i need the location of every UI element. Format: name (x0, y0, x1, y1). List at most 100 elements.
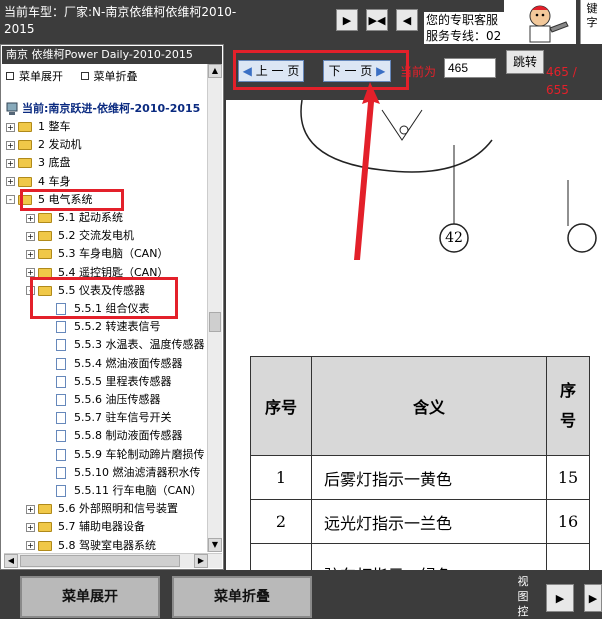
collapse-icon[interactable]: - (6, 195, 15, 205)
scroll-thumb[interactable] (209, 312, 221, 332)
scroll-down-icon[interactable]: ▼ (208, 538, 222, 552)
expand-icon[interactable]: + (6, 158, 15, 168)
tree-item[interactable]: +5.6 外部照明和信号装置 (26, 500, 178, 518)
tree-item-label: 5.8 驾驶室电器系统 (58, 538, 156, 552)
row-no: 2 (250, 499, 312, 544)
play-icon[interactable]: ▶ (336, 9, 358, 31)
expand-icon[interactable]: + (26, 541, 35, 551)
step-icon[interactable]: ▶◀ (366, 9, 388, 31)
page-icon (56, 430, 66, 443)
tree-item[interactable]: +2 发动机 (6, 136, 82, 154)
menu-collapse-button[interactable]: 菜单折叠 (172, 576, 312, 618)
folder-icon (18, 176, 32, 187)
tree-item[interactable]: 5.5.8 制动液面传感器 (44, 427, 183, 445)
next-page-button[interactable]: 下 一 页 ▶ (323, 60, 391, 82)
expand-icon[interactable]: + (6, 122, 15, 132)
page-number-input[interactable] (444, 58, 496, 78)
tree-item-label: 5.5.10 燃油滤清器积水传 (74, 465, 201, 479)
diagram-callout: 42 (445, 230, 463, 246)
vehicle-line-1: 当前车型：厂家:N-南京依维柯依维柯2010- (4, 5, 237, 19)
prev-arrow-icon: ◀ (242, 64, 252, 78)
expand-icon[interactable]: + (26, 268, 35, 278)
row-meaning: 驻车灯指示一绿色 (311, 543, 547, 570)
menu-tools: 菜单展开 菜单折叠 (6, 68, 216, 84)
expand-icon[interactable]: + (26, 213, 35, 223)
tree-collapse-all[interactable]: 菜单折叠 (80, 68, 138, 84)
tree-item[interactable]: 5.5.9 车轮制动蹄片磨损传 (44, 446, 205, 464)
tree-item[interactable]: 5.5.11 行车电脑（CAN） (44, 482, 202, 500)
expand-icon[interactable]: + (6, 140, 15, 150)
page-icon (56, 375, 66, 388)
expand-icon[interactable]: + (26, 522, 35, 532)
square-icon (80, 72, 89, 80)
tree-item-label: 5.5.6 油压传感器 (74, 393, 161, 406)
tree-horizontal-scrollbar[interactable]: ◀ ▶ (4, 553, 222, 568)
row-no2 (546, 543, 590, 570)
folder-icon (18, 122, 32, 132)
tree-item-label: 4 车身 (38, 174, 71, 188)
table-header-no2: 序 号 (546, 356, 590, 456)
tree-item[interactable]: +5.1 起动系统 (26, 209, 123, 227)
tree-item[interactable]: 5.5.4 燃油液面传感器 (44, 355, 183, 373)
document-page: 42 序号 含义 序 号 1 后雾灯指示一黄色 15 2 远光灯指示一兰色 16 (232, 100, 602, 570)
folder-icon (38, 231, 52, 242)
expand-icon[interactable]: + (6, 177, 15, 187)
tree-vertical-scrollbar[interactable]: ▲ ▼ (207, 64, 222, 552)
legend-table: 序号 含义 序 号 1 后雾灯指示一黄色 15 2 远光灯指示一兰色 16 3 (250, 356, 590, 570)
page-icon (56, 321, 66, 334)
tree-item-label: 5.5.9 车轮制动蹄片磨损传 (74, 447, 205, 461)
prev-page-label: 上 一 页 (255, 64, 300, 78)
table-header-meaning: 含义 (311, 356, 547, 456)
tree-item-label: 5.5.5 里程表传感器 (74, 374, 172, 388)
tree-item[interactable]: 5.5.3 水温表、温度传感器 (44, 336, 205, 354)
scroll-up-icon[interactable]: ▲ (208, 64, 222, 78)
tree-item[interactable]: +5.2 交流发电机 (26, 227, 134, 245)
expand-icon[interactable]: + (26, 249, 35, 259)
rewind-icon[interactable]: ◀ (396, 9, 418, 31)
side-char-2: 字 (586, 16, 598, 29)
red-arrow-annotation (354, 82, 380, 260)
tree-item[interactable]: +5.7 辅助电器设备 (26, 518, 145, 536)
table-row: 2 远光灯指示一兰色 16 (250, 499, 590, 544)
vehicle-line-2: 2015 (4, 22, 35, 36)
tree-item[interactable]: +1 整车 (6, 118, 71, 136)
row-no2: 16 (546, 499, 590, 544)
expand-icon[interactable]: + (26, 231, 35, 241)
tree-item[interactable]: 5.5.10 燃油滤清器积水传 (44, 464, 200, 482)
prev-page-button[interactable]: ◀ 上 一 页 (238, 60, 304, 82)
hscroll-thumb[interactable] (20, 555, 180, 567)
tree-item[interactable]: +5.8 驾驶室电器系统 (26, 537, 156, 552)
menu-panel-title: 南京 依维柯Power Daily-2010-2015 (2, 46, 222, 64)
tree-item-label: 5.5.7 驻车信号开关 (74, 411, 172, 425)
tree-item-label: 5.5.4 燃油液面传感器 (74, 356, 183, 370)
tree-item[interactable]: 5.5.5 里程表传感器 (44, 373, 172, 391)
highlight-instruments (30, 277, 178, 319)
scroll-left-icon[interactable]: ◀ (4, 554, 18, 568)
tree-item[interactable]: 5.5.6 油压传感器 (44, 391, 161, 409)
page-total: 465 / 655 (546, 63, 602, 99)
menu-expand-button[interactable]: 菜单展开 (20, 576, 160, 618)
tree-item[interactable]: +4 车身 (6, 173, 71, 191)
row-no: 3 (250, 543, 312, 570)
table-row: 3 驻车灯指示一绿色 (250, 543, 590, 570)
folder-icon (18, 158, 32, 169)
view-play-icon[interactable]: ▶ (546, 584, 574, 612)
folder-icon (38, 540, 52, 551)
tree-item[interactable]: 5.5.2 转速表信号 (44, 318, 161, 336)
table-header-no: 序号 (250, 356, 312, 456)
view-step-icon[interactable]: ▶ (584, 584, 602, 612)
jump-button[interactable]: 跳转 (506, 50, 544, 74)
tree-item-label: 5.5.11 行车电脑（CAN） (74, 484, 202, 497)
tree-item[interactable]: 5.5.7 驻车信号开关 (44, 409, 172, 427)
tree-item[interactable]: +3 底盘 (6, 154, 71, 172)
expand-icon[interactable]: + (26, 504, 35, 514)
row-meaning: 后雾灯指示一黄色 (311, 455, 547, 500)
tree-item-label: 5.2 交流发电机 (58, 229, 134, 243)
tree-expand-all[interactable]: 菜单展开 (6, 68, 63, 84)
next-page-label: 下 一 页 (328, 64, 373, 78)
tree-item[interactable]: +5.3 车身电脑（CAN） (26, 245, 168, 263)
menu-tree: 当前:南京跃进-依维柯-2010-2015 +1 整车 +2 发动机 +3 底盘 +4… (4, 100, 208, 552)
tree-item-label: 3 底盘 (38, 156, 71, 170)
scroll-right-icon[interactable]: ▶ (194, 554, 208, 568)
page-total-line-1: 465 / (546, 65, 577, 79)
